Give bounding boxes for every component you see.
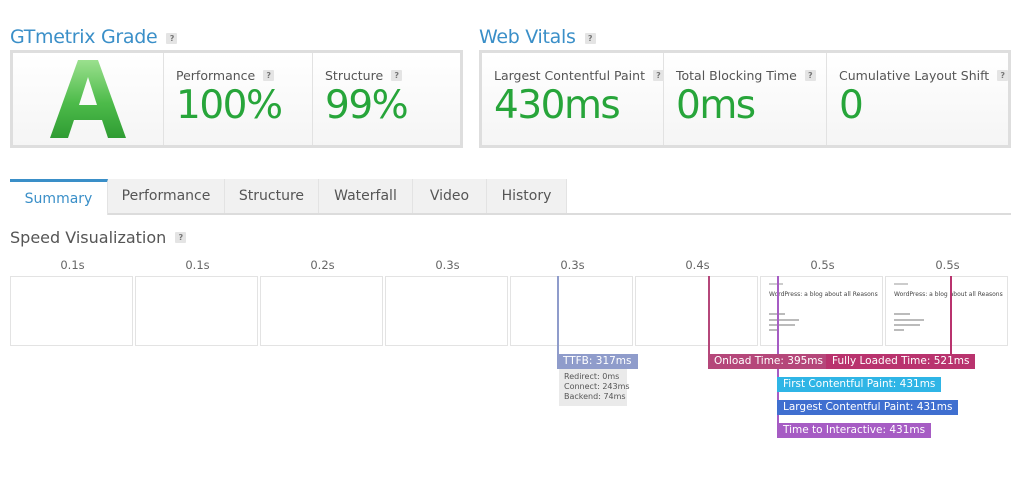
grade-a-icon [50,60,126,138]
frame-time-label: 0.1s [185,258,210,272]
frame-time-label: 0.2s [310,258,335,272]
fcp-marker[interactable]: First Contentful Paint: 431ms [777,377,942,392]
thumbnail-heading: WordPress: a blog about all Reasons [769,291,878,298]
performance-label-row: Performance ? [176,68,275,83]
help-icon[interactable]: ? [263,70,275,81]
lcp-value: 430ms [494,83,621,128]
help-icon[interactable]: ? [804,70,816,81]
structure-label: Structure [325,68,384,83]
tbt-label: Total Blocking Time [676,68,797,83]
structure-value: 99% [325,83,409,128]
filmstrip-frame[interactable] [135,276,258,346]
tbt-label-row: Total Blocking Time ? [676,68,816,83]
ttfb-marker[interactable]: TTFB: 317ms [557,354,638,369]
frame-time-label: 0.5s [810,258,835,272]
help-icon[interactable]: ? [166,32,178,44]
thumbnail-line [894,313,910,315]
tab-waterfall[interactable]: Waterfall [319,179,413,213]
filmstrip-frame[interactable] [385,276,508,346]
tab-video[interactable]: Video [413,179,487,213]
cls-value: 0 [839,83,864,128]
filmstrip-frame[interactable] [635,276,758,346]
speed-visualization-label: Speed Visualization [10,228,167,247]
tbt-cell: Total Blocking Time ? 0ms [664,53,827,145]
tab-summary[interactable]: Summary [10,179,108,215]
cls-cell: Cumulative Layout Shift ? 0 [827,53,1009,145]
tab-performance[interactable]: Performance [108,179,225,213]
thumbnail-line [894,329,904,331]
grade-letter [13,53,163,145]
ttfb-connect: Connect: 243ms [564,382,630,391]
speed-visualization-title: Speed Visualization ? [10,228,187,247]
frame-time-label: 0.5s [935,258,960,272]
frame-time-label: 0.3s [435,258,460,272]
filmstrip-frame[interactable] [10,276,133,346]
thumbnail-line [769,324,795,326]
lcp-label: Largest Contentful Paint [494,68,645,83]
fully-loaded-marker[interactable]: Fully Loaded Time: 521ms [826,354,976,369]
help-icon[interactable]: ? [391,70,403,81]
structure-cell: Structure ? 99% [313,53,460,145]
thumbnail-line [894,324,920,326]
frame-time-label: 0.3s [560,258,585,272]
thumbnail-heading: WordPress: a blog about all Reasons [894,291,1003,298]
lcp-cell: Largest Contentful Paint ? 430ms [482,53,664,145]
cls-label: Cumulative Layout Shift [839,68,990,83]
performance-cell: Performance ? 100% [164,53,313,145]
ttfb-redirect: Redirect: 0ms [564,372,620,381]
tti-marker[interactable]: Time to Interactive: 431ms [777,423,932,438]
performance-label: Performance [176,68,256,83]
web-vitals-panel: Largest Contentful Paint ? 430ms Total B… [479,50,1011,148]
web-vitals-label: Web Vitals [479,26,576,48]
thumbnail-line [769,319,799,321]
tbt-value: 0ms [676,83,756,128]
filmstrip-frame[interactable] [510,276,633,346]
thumbnail-nav [769,283,783,285]
grade-cell [13,53,164,145]
gtmetrix-grade-title: GTmetrix Grade ? [10,26,178,48]
performance-value: 100% [176,83,283,128]
gtmetrix-grade-panel: Performance ? 100% Structure ? 99% [10,50,463,148]
report-tabs: Summary Performance Structure Waterfall … [10,179,1011,215]
frame-time-label: 0.1s [60,258,85,272]
thumbnail-line [894,319,924,321]
thumbnail-nav [894,283,908,285]
filmstrip-frame[interactable]: WordPress: a blog about all Reasons [885,276,1008,346]
web-vitals-title: Web Vitals ? [479,26,596,48]
help-icon[interactable]: ? [584,32,596,44]
help-icon[interactable]: ? [652,70,664,81]
help-icon[interactable]: ? [997,70,1009,81]
tab-history[interactable]: History [487,179,567,213]
fully-loaded-line [950,276,952,362]
lcp-label-row: Largest Contentful Paint ? [494,68,664,83]
onload-marker[interactable]: Onload Time: 395ms [708,354,830,369]
gtmetrix-grade-label: GTmetrix Grade [10,26,158,48]
cls-label-row: Cumulative Layout Shift ? [839,68,1009,83]
structure-label-row: Structure ? [325,68,403,83]
onload-line [708,276,710,362]
frame-time-label: 0.4s [685,258,710,272]
ttfb-details: Redirect: 0ms Connect: 243ms Backend: 74… [559,369,630,406]
help-icon[interactable]: ? [175,232,187,243]
ttfb-backend: Backend: 74ms [564,392,626,401]
filmstrip-frame[interactable] [260,276,383,346]
lcp-marker[interactable]: Largest Contentful Paint: 431ms [777,400,959,415]
tab-structure[interactable]: Structure [225,179,319,213]
